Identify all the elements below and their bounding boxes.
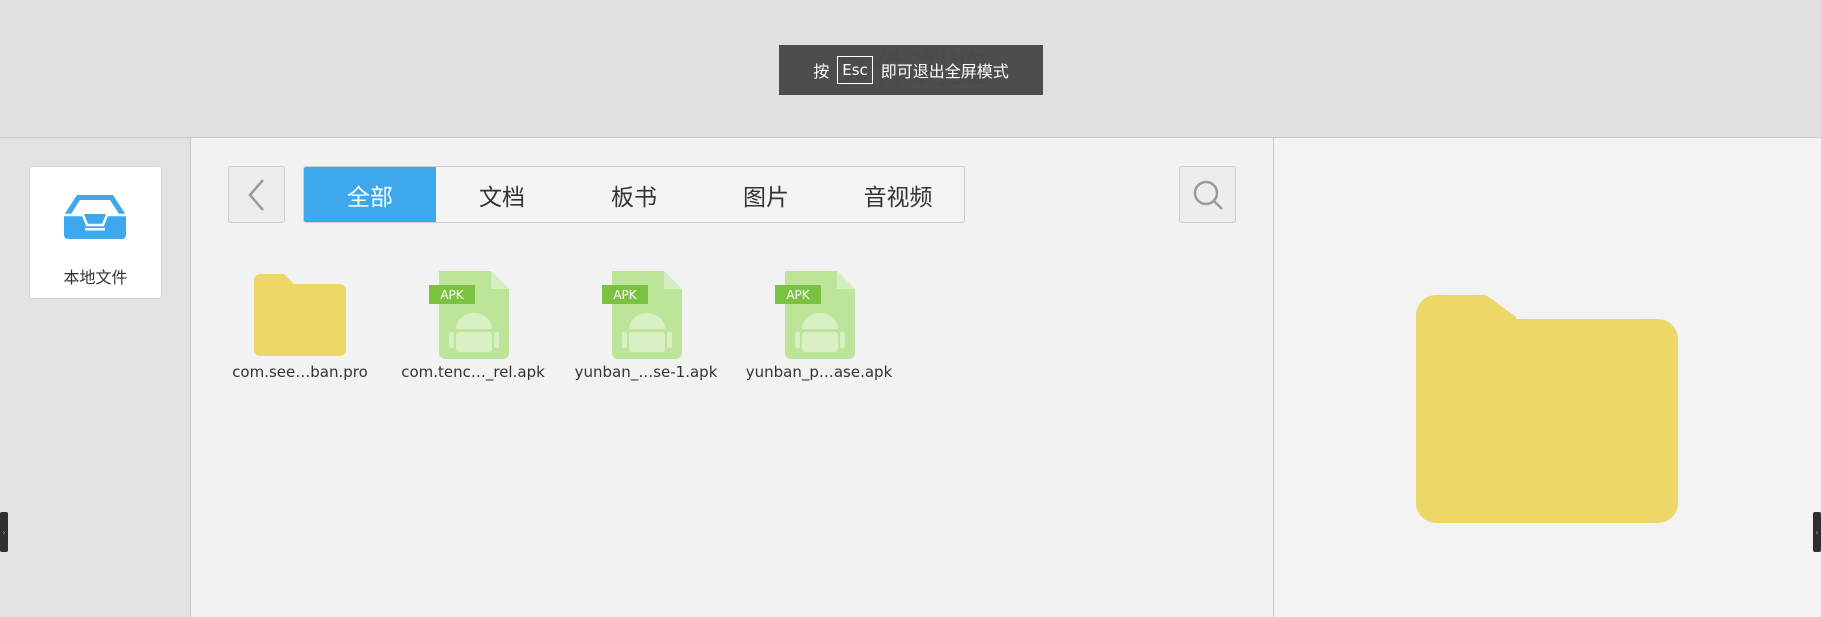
apk-badge: APK (440, 288, 464, 302)
right-edge-handle[interactable]: ‹ (1813, 512, 1821, 552)
apk-badge: APK (613, 288, 637, 302)
apk-file-icon: APK (602, 271, 682, 359)
sidebar-item-label: 本地文件 (63, 268, 128, 287)
file-name: com.see…ban.pro (232, 363, 368, 381)
esc-key-hint: Esc (837, 56, 873, 84)
file-name: com.tenc…_rel.apk (401, 363, 545, 381)
category-tabs: 全部 文档 板书 图片 音视频 (303, 166, 965, 223)
preview-pane (1274, 138, 1821, 617)
file-item-apk[interactable]: APK yunban_…se-1.apk (566, 268, 726, 381)
tab-images[interactable]: 图片 (700, 167, 832, 222)
folder-icon (1416, 295, 1678, 523)
tab-blackboard[interactable]: 板书 (568, 167, 700, 222)
toast-prefix: 按 (813, 62, 830, 81)
file-item-apk[interactable]: APK yunban_p…ase.apk (739, 268, 899, 381)
file-browser-main: 全部 文档 板书 图片 音视频 com.see…ban.pro APK com.… (191, 138, 1274, 617)
file-name: yunban_…se-1.apk (574, 363, 718, 381)
tray-icon (64, 195, 126, 239)
apk-file-icon: APK (775, 271, 855, 359)
search-button[interactable] (1179, 166, 1236, 223)
tab-all[interactable]: 全部 (304, 167, 436, 222)
file-item-folder[interactable]: com.see…ban.pro (220, 268, 380, 381)
sidebar: 本地文件 (0, 138, 191, 617)
fullscreen-exit-toast: 按 Esc 即可退出全屏模式 (779, 45, 1043, 95)
apk-file-icon: APK (429, 271, 509, 359)
sidebar-item-local-files[interactable]: 本地文件 (29, 166, 162, 299)
title-bar: 文件浏览 按 Esc 即可退出全屏模式 (0, 0, 1821, 138)
tab-audio-video[interactable]: 音视频 (832, 167, 964, 222)
tab-documents[interactable]: 文档 (436, 167, 568, 222)
apk-badge: APK (786, 288, 810, 302)
chevron-left-icon (247, 178, 264, 211)
left-edge-handle[interactable]: › (0, 512, 8, 552)
back-button[interactable] (228, 166, 285, 223)
toast-suffix: 即可退出全屏模式 (880, 62, 1009, 81)
file-name: yunban_p…ase.apk (745, 363, 893, 381)
folder-icon (254, 274, 346, 356)
file-item-apk[interactable]: APK com.tenc…_rel.apk (393, 268, 553, 381)
search-icon (1193, 180, 1223, 210)
